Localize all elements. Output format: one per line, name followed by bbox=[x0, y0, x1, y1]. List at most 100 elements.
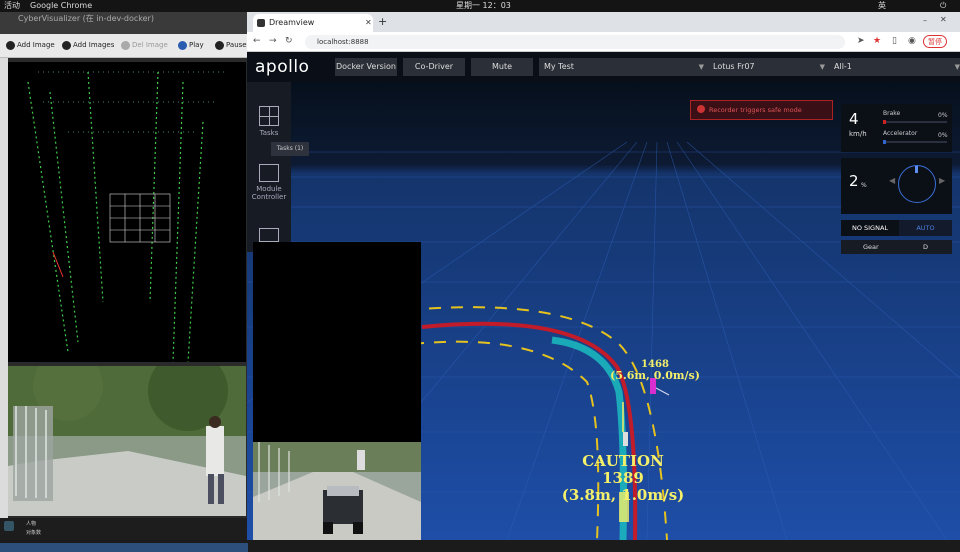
speed-unit: km/h bbox=[849, 130, 867, 138]
turn-left-icon: ◀ bbox=[889, 176, 896, 185]
brake-bar bbox=[883, 121, 947, 123]
cyber-info-panel: 人物 对象数 bbox=[0, 518, 248, 540]
brake-label: Brake bbox=[883, 110, 901, 117]
pause-icon bbox=[215, 40, 224, 50]
tab-dreamview[interactable]: Dreamview ✕ bbox=[253, 14, 373, 32]
address-bar-row: ← → ↻ localhost:8888 ➤ ★ ▯ ◉ 暂停 bbox=[247, 32, 960, 52]
add-images-icon bbox=[62, 40, 71, 50]
steering-wheel-icon bbox=[898, 165, 936, 203]
camera-overlay-blank bbox=[253, 242, 421, 442]
brake-bar-marker bbox=[883, 120, 886, 124]
gear-label: Gear bbox=[863, 243, 879, 251]
person-icon bbox=[4, 521, 14, 531]
clock[interactable]: 星期一 12：03 bbox=[456, 0, 511, 12]
obstacle-info: (5.6m, 0.0m/s) bbox=[610, 369, 700, 382]
play-icon bbox=[178, 40, 187, 50]
notification-banner[interactable]: Recorder triggers safe mode bbox=[690, 100, 833, 120]
module-controller-menu-item[interactable]: Module Controller bbox=[247, 164, 291, 201]
info-item-objects: 对象数 bbox=[26, 530, 42, 536]
speed-panel: 4 km/h Brake 0% Accelerator 0% bbox=[841, 104, 952, 152]
profile-paused-button[interactable]: 暂停 bbox=[923, 35, 947, 48]
point-cloud-view[interactable] bbox=[8, 62, 246, 363]
activities-label[interactable]: 活动 bbox=[4, 0, 20, 12]
new-tab-icon[interactable]: + bbox=[378, 15, 387, 28]
camera-overlay-view[interactable] bbox=[253, 442, 421, 540]
cyber-visualizer-window: CyberVisualizer (在 in-dev-docker) Add Im… bbox=[0, 12, 248, 552]
caution-label: CAUTION bbox=[582, 452, 664, 470]
map-select[interactable]: All-1 ▼ bbox=[829, 58, 960, 76]
taskbar-strip bbox=[0, 543, 248, 552]
camera-overlay-graphic bbox=[253, 442, 421, 540]
cyber-toolbar: Add Image Add Images Del Image Play Paus… bbox=[0, 34, 248, 58]
notification-text: Recorder triggers safe mode bbox=[709, 106, 802, 114]
tasks-grid-icon bbox=[259, 106, 279, 126]
steering-unit: % bbox=[861, 182, 867, 189]
chevron-down-icon: ▼ bbox=[819, 63, 825, 71]
system-top-bar: 活动 Google Chrome 星期一 12：03 英 ⏻ bbox=[0, 0, 960, 12]
apollo-logo: apollo bbox=[255, 57, 310, 77]
active-app-label[interactable]: Google Chrome bbox=[30, 0, 92, 12]
chrome-window: Dreamview ✕ + – ✕ ← → ↻ localhost:8888 ➤… bbox=[247, 12, 960, 540]
turn-right-icon: ▶ bbox=[939, 176, 946, 185]
power-icon[interactable]: ⏻ bbox=[940, 0, 946, 12]
reload-icon[interactable]: ↻ bbox=[285, 36, 293, 46]
obstacle-1468-label: 1468 (5.6m, 0.0m/s) bbox=[595, 359, 715, 381]
obstacle-id: 1389 bbox=[602, 469, 644, 487]
minimize-icon[interactable]: – bbox=[923, 16, 927, 25]
mute-button[interactable]: Mute bbox=[471, 58, 533, 76]
bookmark-star-icon[interactable]: ★ bbox=[873, 36, 881, 46]
pause-button[interactable]: Pause bbox=[215, 40, 247, 50]
add-image-button[interactable]: Add Image bbox=[6, 40, 55, 50]
tasks-tooltip: Tasks (1) bbox=[271, 142, 309, 156]
share-icon[interactable]: ➤ bbox=[857, 36, 865, 46]
favicon-icon bbox=[257, 19, 265, 27]
mode-select[interactable]: My Test ▼ bbox=[539, 58, 708, 76]
steering-value: 2 bbox=[849, 172, 859, 190]
accelerator-bar bbox=[883, 141, 947, 143]
chevron-down-icon: ▼ bbox=[698, 63, 704, 71]
3d-scene-view[interactable]: Tasks Module Controller Tasks (1) Record… bbox=[247, 82, 960, 540]
accelerator-percent: 0% bbox=[938, 132, 948, 139]
signal-panel: NO SIGNAL AUTO bbox=[841, 220, 952, 236]
gear-value: D bbox=[923, 243, 929, 251]
accelerator-label: Accelerator bbox=[883, 130, 918, 137]
layer-menu-item[interactable] bbox=[247, 228, 291, 242]
cyber-tree-panel[interactable] bbox=[0, 58, 8, 528]
docker-version-button[interactable]: Docker Version bbox=[335, 58, 397, 76]
forward-icon[interactable]: → bbox=[269, 36, 277, 46]
module-controller-icon bbox=[259, 164, 279, 182]
info-item-person: 人物 bbox=[26, 521, 37, 527]
turn-signal-status: NO SIGNAL bbox=[841, 220, 899, 236]
del-image-icon bbox=[121, 40, 130, 50]
play-button[interactable]: Play bbox=[178, 40, 204, 50]
tasks-menu-item[interactable]: Tasks bbox=[247, 106, 291, 137]
sidepanel-icon[interactable]: ▯ bbox=[892, 36, 897, 46]
obstacle-info: (3.8m, 1.0m/s) bbox=[561, 486, 685, 504]
co-driver-button[interactable]: Co-Driver bbox=[403, 58, 465, 76]
tab-title: Dreamview bbox=[269, 18, 315, 27]
back-icon[interactable]: ← bbox=[253, 36, 261, 46]
camera-scene-graphic bbox=[8, 366, 246, 516]
drive-mode-status: AUTO bbox=[899, 220, 952, 236]
vehicle-select[interactable]: Lotus Fr07 ▼ bbox=[708, 58, 829, 76]
brake-percent: 0% bbox=[938, 112, 948, 119]
account-icon[interactable]: ◉ bbox=[908, 36, 916, 46]
close-tab-icon[interactable]: ✕ bbox=[365, 14, 372, 32]
cyber-window-title: CyberVisualizer (在 in-dev-docker) bbox=[0, 12, 248, 34]
input-method-label[interactable]: 英 bbox=[878, 0, 886, 12]
dreamview-header: apollo Docker Version Co-Driver Mute My … bbox=[247, 52, 960, 82]
tab-strip: Dreamview ✕ + – ✕ bbox=[247, 12, 960, 32]
alert-icon bbox=[697, 105, 705, 113]
side-menu: Tasks Module Controller bbox=[247, 82, 291, 252]
add-images-button[interactable]: Add Images bbox=[62, 40, 114, 50]
accelerator-bar-marker bbox=[883, 140, 886, 144]
camera-view[interactable] bbox=[8, 366, 246, 516]
del-image-button[interactable]: Del Image bbox=[121, 40, 168, 50]
url-field[interactable]: localhost:8888 bbox=[305, 35, 845, 49]
layer-menu-icon bbox=[259, 228, 279, 242]
speed-value: 4 bbox=[849, 110, 859, 128]
close-window-icon[interactable]: ✕ bbox=[940, 15, 947, 24]
steering-panel: 2 % ◀ ▶ bbox=[841, 158, 952, 214]
add-image-icon bbox=[6, 40, 15, 50]
point-cloud-graphic bbox=[27, 71, 228, 363]
